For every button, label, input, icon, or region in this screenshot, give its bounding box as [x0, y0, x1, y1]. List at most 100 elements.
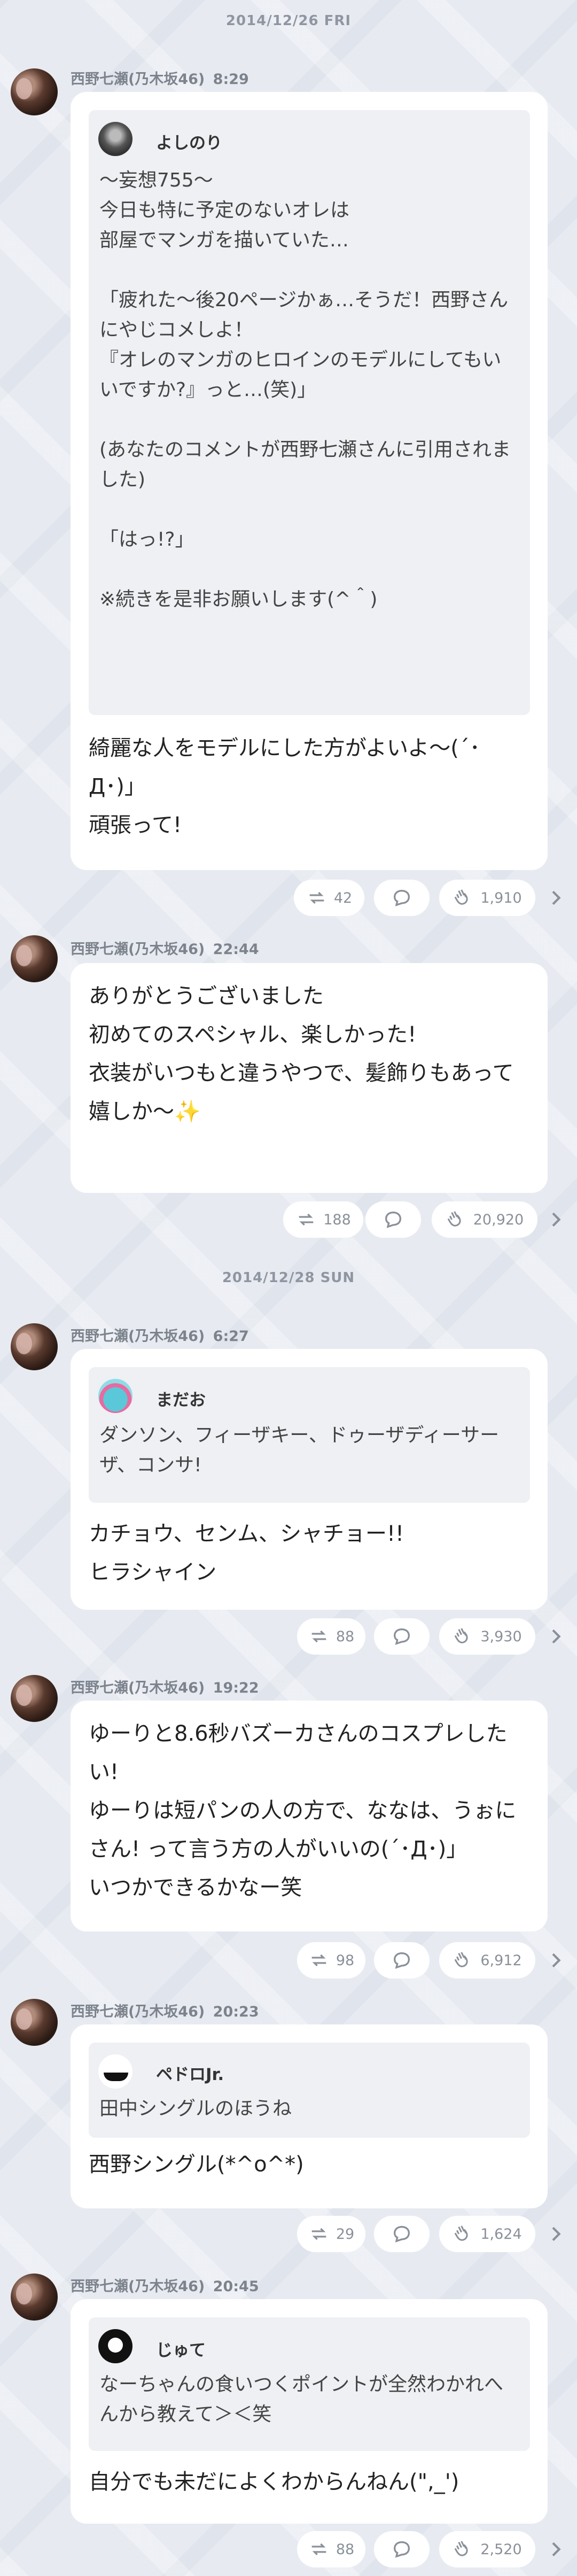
message-text: 西野シングル(*^o^*): [89, 2152, 304, 2177]
quoted-user-name: じゅて: [156, 2341, 206, 2360]
like-button[interactable]: 1,910: [439, 880, 535, 916]
avatar[interactable]: [11, 935, 58, 982]
author-name: 西野七瀬(乃木坂46): [71, 941, 205, 958]
repost-button[interactable]: 88: [297, 1618, 365, 1655]
comment-button[interactable]: [374, 880, 430, 916]
post-time: 20:23: [213, 2004, 259, 2020]
like-button[interactable]: 3,930: [439, 1618, 535, 1655]
chevron-right-icon[interactable]: [545, 2539, 566, 2560]
avatar[interactable]: [11, 1675, 58, 1722]
comment-button[interactable]: [374, 2531, 430, 2567]
clap-icon: [455, 1628, 468, 1643]
message-bubble[interactable]: じゅて なーちゃんの食いつくポイントが全然わかれへんから教えて＞＜笑 自分でも未…: [71, 2299, 548, 2524]
repost-icon: [309, 891, 324, 904]
like-count: 1,624: [480, 2225, 522, 2243]
comment-button[interactable]: [374, 1942, 430, 1978]
message-actions: 88 2,520: [0, 2531, 577, 2570]
quoted-comment[interactable]: まだお ダンソン、フィーザキー、ドゥーザディーサーザ、コンサ!: [89, 1367, 530, 1503]
message-actions: 42 1,910: [0, 880, 577, 918]
post-time: 6:27: [213, 1328, 249, 1345]
post-time: 8:29: [213, 71, 249, 88]
repost-icon: [311, 1630, 326, 1643]
author-name: 西野七瀬(乃木坂46): [71, 1328, 205, 1345]
author-line: 西野七瀬(乃木坂46) 20:23: [71, 2000, 259, 2021]
clap-icon: [455, 2541, 468, 2556]
message-actions: 88 3,930: [0, 1618, 577, 1657]
repost-count: 98: [336, 1952, 355, 1969]
message-text: 自分でも未だによくわからんねん(",_'): [89, 2470, 459, 2494]
comment-button[interactable]: [374, 1618, 430, 1655]
repost-count: 88: [336, 1628, 355, 1645]
avatar[interactable]: [11, 1323, 58, 1370]
repost-count: 188: [323, 1211, 351, 1228]
avatar[interactable]: [11, 2274, 58, 2321]
avatar[interactable]: [11, 68, 58, 115]
clap-icon: [447, 1211, 461, 1227]
quoted-user-avatar: [98, 122, 132, 156]
comment-button[interactable]: [365, 1201, 421, 1238]
message-actions: 29 1,624: [0, 2216, 577, 2254]
message-bubble[interactable]: よしのり ～妄想755～ 今日も特に予定のないオレは 部屋でマンガを描いていた……: [71, 92, 548, 870]
like-button[interactable]: 6,912: [439, 1942, 535, 1978]
message-text: カチョウ、センム、シャチョー!! ヒラシャイン: [89, 1522, 404, 1585]
like-button[interactable]: 2,520: [439, 2531, 535, 2567]
repost-count: 29: [336, 2225, 355, 2243]
chevron-right-icon[interactable]: [545, 1950, 566, 1971]
repost-button[interactable]: 88: [297, 2531, 365, 2567]
repost-count: 42: [333, 889, 353, 906]
post-time: 20:45: [213, 2278, 259, 2295]
like-button[interactable]: 20,920: [432, 1201, 537, 1238]
like-count: 1,910: [480, 889, 522, 906]
message-bubble[interactable]: ありがとうございました 初めてのスペシャル、楽しかった! 衣装がいつもと違うやつ…: [71, 963, 548, 1193]
quoted-text: ダンソン、フィーザキー、ドゥーザディーサーザ、コンサ!: [99, 1424, 500, 1476]
message-bubble[interactable]: まだお ダンソン、フィーザキー、ドゥーザディーサーザ、コンサ! カチョウ、センム…: [71, 1349, 548, 1610]
like-button[interactable]: 1,624: [439, 2216, 535, 2252]
quoted-user-avatar: [98, 1379, 132, 1413]
quoted-text: 田中シングルのほうね: [99, 2098, 292, 2120]
post-time: 19:22: [213, 1680, 259, 1696]
chevron-right-icon[interactable]: [545, 1209, 566, 1230]
like-count: 6,912: [480, 1952, 522, 1969]
quoted-text: なーちゃんの食いつくポイントが全然わかれへんから教えて＞＜笑: [99, 2373, 504, 2425]
quoted-user-avatar: [98, 2054, 132, 2089]
author-name: 西野七瀬(乃木坂46): [71, 2004, 205, 2020]
clap-icon: [455, 2225, 468, 2241]
repost-button[interactable]: 98: [297, 1942, 365, 1978]
quoted-user-avatar: [98, 2329, 132, 2363]
comment-icon: [393, 889, 410, 906]
message-text: 綺麗な人をモデルにした方がよいよ〜(´･Д･)」 頑張って!: [89, 736, 480, 837]
comment-button[interactable]: [374, 2216, 430, 2252]
post-time: 22:44: [213, 941, 259, 958]
author-line: 西野七瀬(乃木坂46) 19:22: [71, 1676, 259, 1697]
like-count: 3,930: [480, 1628, 522, 1645]
repost-icon: [311, 2543, 326, 2556]
author-name: 西野七瀬(乃木坂46): [71, 1680, 205, 1696]
clap-icon: [455, 1952, 468, 1967]
message-bubble[interactable]: ゆーりと8.6秒バズーカさんのコスプレしたい! ゆーりは短パンの人の方で、ななは…: [71, 1701, 548, 1931]
comment-icon: [393, 1628, 410, 1645]
author-name: 西野七瀬(乃木坂46): [71, 71, 205, 88]
repost-button[interactable]: 42: [294, 880, 364, 916]
like-count: 20,920: [473, 1211, 524, 1228]
message-actions: 98 6,912: [0, 1942, 577, 1981]
quoted-user-name: よしのり: [156, 134, 222, 153]
avatar[interactable]: [11, 1999, 58, 2046]
quoted-text: ～妄想755～ 今日も特に予定のないオレは 部屋でマンガを描いていた… 「疲れた…: [99, 169, 511, 610]
chevron-right-icon[interactable]: [545, 887, 566, 909]
quoted-comment[interactable]: よしのり ～妄想755～ 今日も特に予定のないオレは 部屋でマンガを描いていた……: [89, 110, 530, 715]
quoted-user-name: まだお: [156, 1391, 206, 1410]
repost-button[interactable]: 29: [297, 2216, 365, 2252]
repost-count: 88: [336, 2541, 355, 2558]
repost-button[interactable]: 188: [283, 1201, 363, 1238]
quoted-comment[interactable]: ペドロJr. 田中シングルのほうね: [89, 2043, 530, 2138]
chevron-right-icon[interactable]: [545, 1626, 566, 1647]
quoted-comment[interactable]: じゅて なーちゃんの食いつくポイントが全然わかれへんから教えて＞＜笑: [89, 2317, 530, 2451]
message-bubble[interactable]: ペドロJr. 田中シングルのほうね 西野シングル(*^o^*): [71, 2024, 548, 2208]
message-text: ありがとうございました 初めてのスペシャル、楽しかった! 衣装がいつもと違うやつ…: [89, 984, 514, 1124]
chevron-right-icon[interactable]: [545, 2223, 566, 2245]
author-line: 西野七瀬(乃木坂46) 20:45: [71, 2275, 259, 2295]
message-actions: 188 20,920: [0, 1201, 577, 1240]
comment-icon: [393, 1952, 410, 1969]
clap-icon: [455, 889, 468, 905]
author-line: 西野七瀬(乃木坂46) 22:44: [71, 937, 259, 958]
